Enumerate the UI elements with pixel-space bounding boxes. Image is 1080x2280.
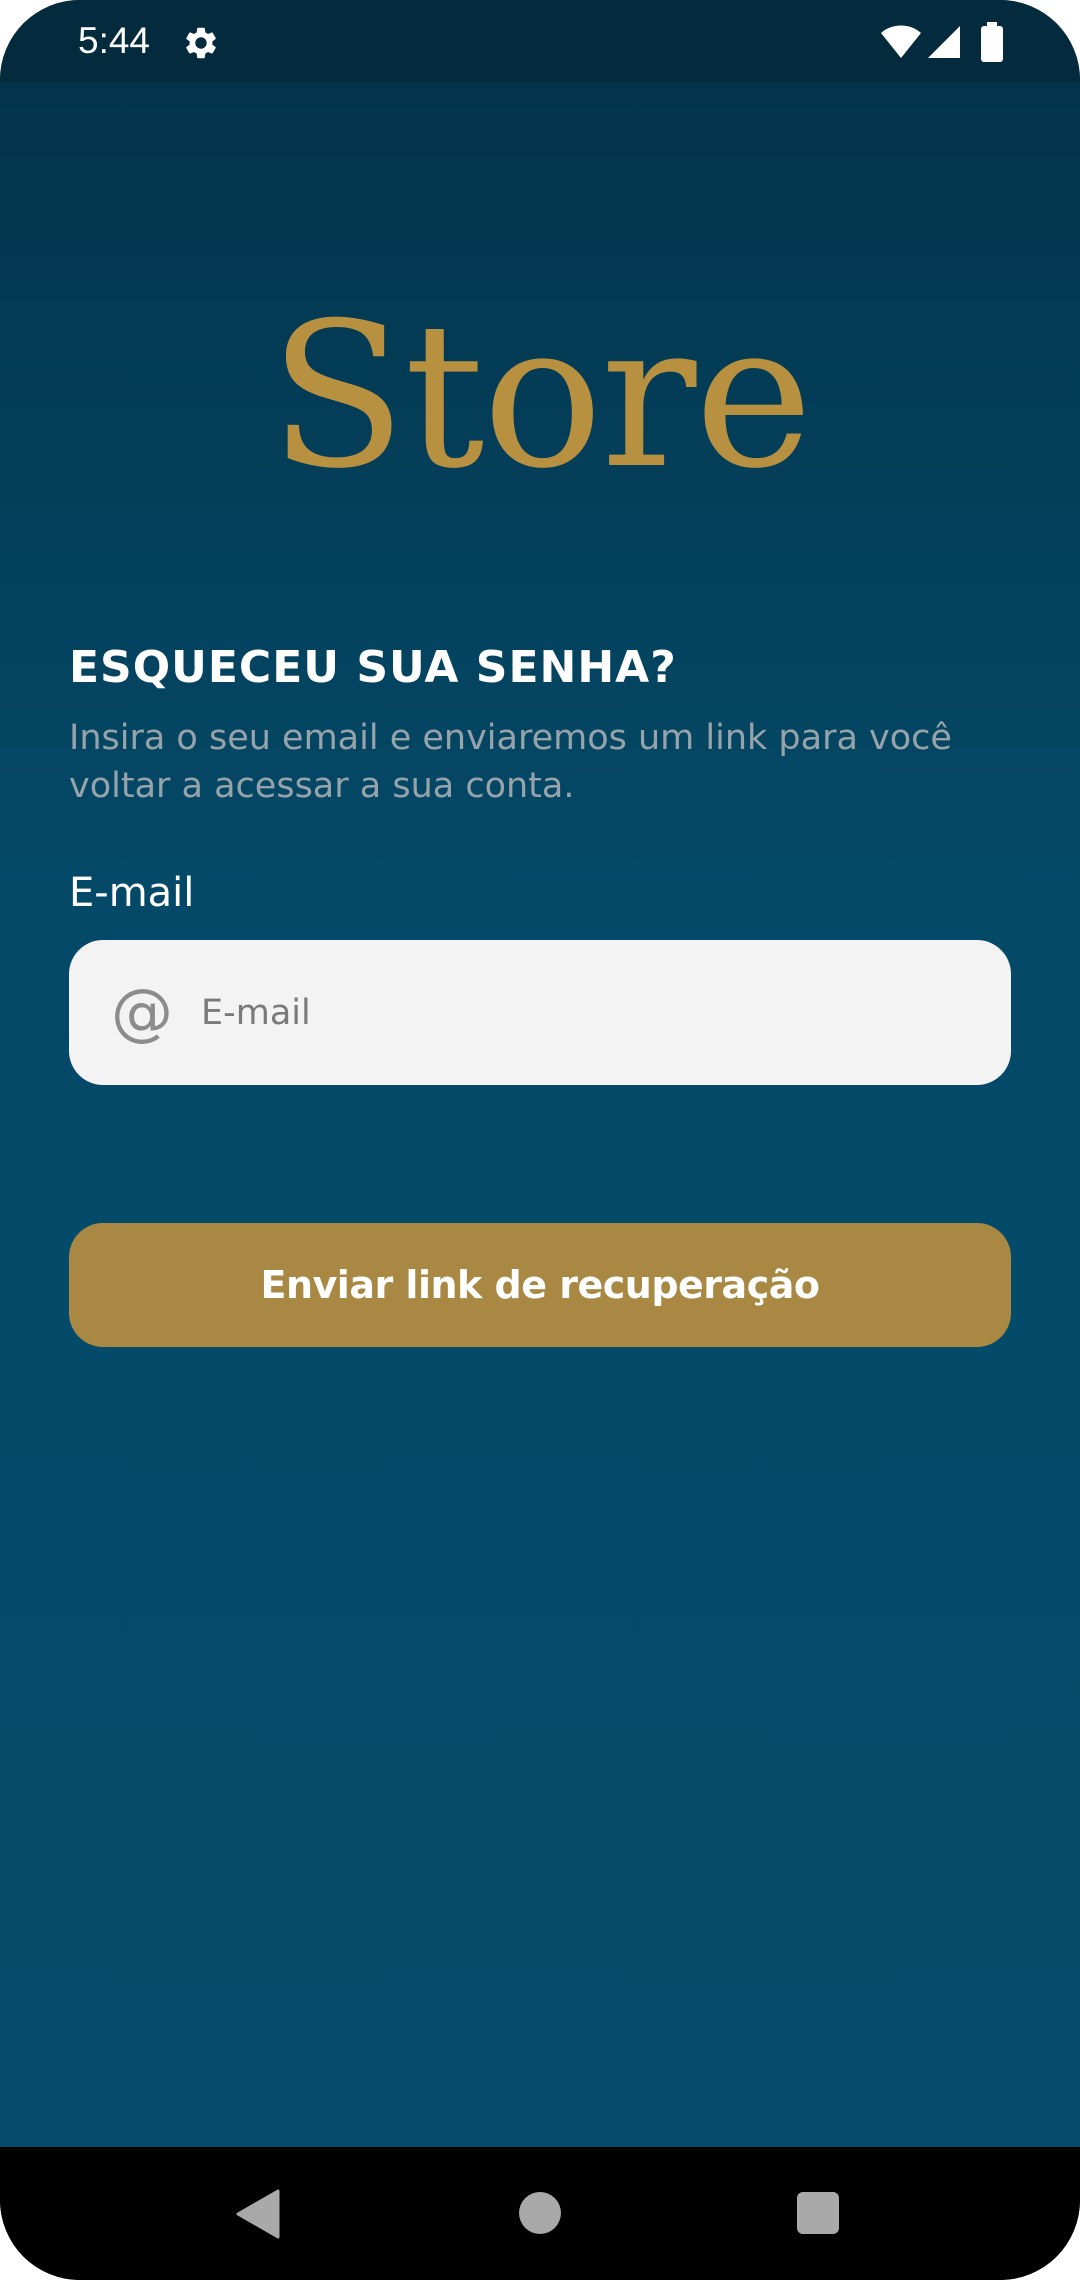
at-icon: @ (111, 975, 173, 1048)
page-title: ESQUECEU SUA SENHA? (69, 642, 677, 693)
email-input[interactable] (199, 940, 981, 1085)
recents-icon[interactable] (797, 2192, 839, 2234)
gear-icon (186, 27, 216, 59)
phone-frame: 5:44 Store ESQUECEU SUA SENHA? Insira o … (0, 0, 1080, 2280)
email-field-label: E-mail (69, 870, 195, 916)
page-description: Insira o seu email e enviaremos um link … (69, 718, 952, 806)
status-bar: 5:44 (0, 0, 1080, 82)
signal-icon (928, 26, 960, 58)
battery-icon (981, 22, 1003, 62)
back-icon[interactable] (236, 2189, 280, 2239)
navigation-bar (0, 2147, 1080, 2280)
home-icon[interactable] (519, 2192, 561, 2234)
wifi-icon (881, 25, 921, 58)
brand-logo: Store (269, 280, 813, 513)
send-recovery-link-button[interactable]: Enviar link de recuperação (69, 1223, 1011, 1347)
status-time: 5:44 (78, 20, 151, 61)
email-field[interactable]: @ (69, 940, 1011, 1085)
forgot-password-screen: Store ESQUECEU SUA SENHA? Insira o seu e… (0, 82, 1080, 2147)
